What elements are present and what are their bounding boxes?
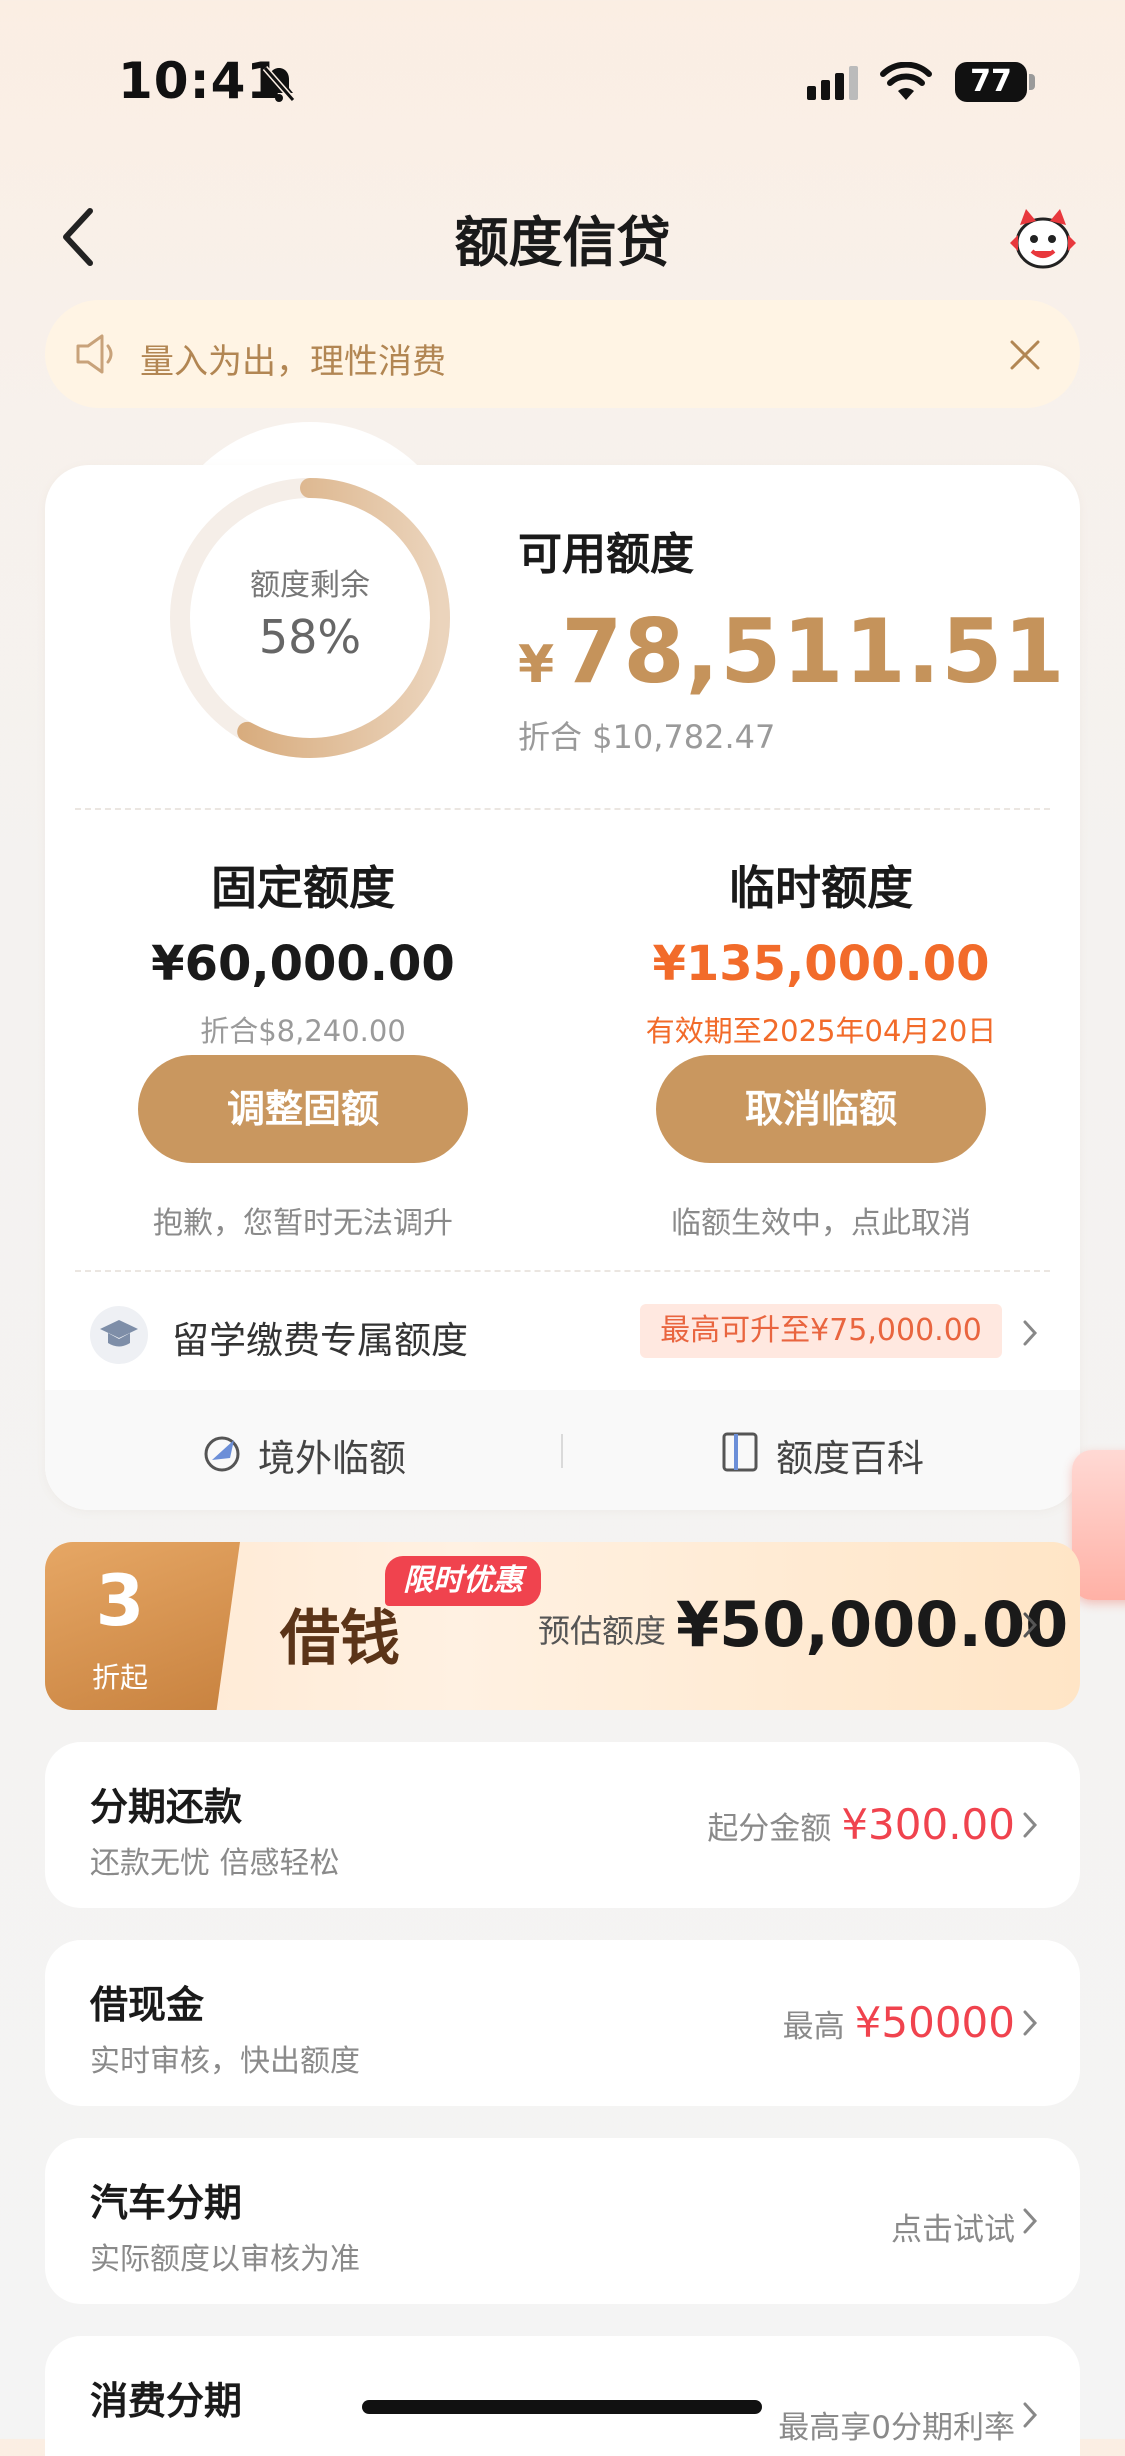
mascot-icon[interactable] xyxy=(1006,203,1080,273)
overseas-temp-link[interactable]: 境外临额 xyxy=(258,1428,406,1482)
fixed-title: 固定额度 xyxy=(211,861,395,915)
temporary-amount: ¥135,000.00 xyxy=(652,936,990,992)
chevron-right-icon xyxy=(1023,2402,1038,2428)
temporary-validity: 有效期至2025年04月20日 xyxy=(645,1014,997,1048)
list-item-right: 最高 ¥50000 xyxy=(783,1998,1015,2047)
divider xyxy=(75,1270,1050,1272)
credit-wiki-link[interactable]: 额度百科 xyxy=(776,1428,924,1482)
book-icon xyxy=(722,1432,758,1472)
link-divider xyxy=(561,1434,563,1468)
list-item-right: 最高享0分期利率 xyxy=(778,2402,1015,2447)
promo-estimate-label: 预估额度 xyxy=(538,1612,667,1650)
speaker-icon xyxy=(76,334,113,374)
chevron-right-icon xyxy=(1023,2010,1038,2036)
list-item-right-label: 最高 xyxy=(782,2009,845,2045)
ring-percent: 58% xyxy=(258,610,362,664)
battery-indicator: 77 xyxy=(955,62,1027,102)
list-item-right: 点击试试 xyxy=(891,2204,1015,2249)
fixed-note: 抱歉，您暂时无法调升 xyxy=(153,1206,453,1241)
available-label: 可用额度 xyxy=(518,529,694,580)
adjust-fixed-button[interactable]: 调整固额 xyxy=(138,1055,468,1163)
list-item-subtitle: 实时审核，快出额度 xyxy=(90,2044,360,2079)
list-item-right-label: 起分金额 xyxy=(707,1811,832,1847)
chevron-right-icon xyxy=(1023,1612,1038,1638)
wifi-icon xyxy=(880,62,932,100)
divider xyxy=(75,808,1050,810)
graduation-cap-icon xyxy=(100,1320,138,1347)
globe-plane-icon xyxy=(204,1436,240,1472)
temporary-note[interactable]: 临额生效中，点此取消 xyxy=(586,1198,1056,1242)
study-label: 留学缴费专属额度 xyxy=(172,1319,468,1362)
fixed-converted: 折合$8,240.00 xyxy=(200,1014,406,1048)
list-item-right-value: ¥300.00 xyxy=(841,1800,1015,1849)
list-item-subtitle: 实际额度以审核为准 xyxy=(90,2242,360,2277)
list-item-title: 消费分期 xyxy=(90,2379,243,2423)
list-item-right-label: 点击试试 xyxy=(891,2212,1015,2248)
signal-icon xyxy=(807,66,858,100)
list-item-right-label: 最高享0分期利率 xyxy=(778,2410,1015,2446)
chevron-right-icon xyxy=(1023,1812,1038,1838)
bell-muted-icon xyxy=(262,66,296,102)
list-item-title: 汽车分期 xyxy=(90,2181,243,2225)
list-item-right: 起分金额 ¥300.00 xyxy=(707,1800,1015,1849)
promo-discount-unit: 折起 xyxy=(91,1661,148,1694)
cancel-temporary-button[interactable]: 取消临额 xyxy=(656,1055,986,1163)
temporary-title: 临时额度 xyxy=(729,861,913,915)
promo-title: 借钱 xyxy=(280,1604,400,1674)
notice-text: 量入为出，理性消费 xyxy=(140,342,446,382)
home-indicator xyxy=(362,2400,762,2414)
chevron-right-icon xyxy=(1023,2208,1038,2234)
promo-discount-number: 3 xyxy=(95,1560,145,1642)
list-item-subtitle: 还款无忧 倍感轻松 xyxy=(90,1846,340,1881)
available-converted: 折合 $10,782.47 xyxy=(518,718,776,756)
ring-label: 额度剩余 xyxy=(250,568,370,603)
available-amount: ¥78,511.51 xyxy=(518,600,1066,703)
close-icon[interactable] xyxy=(1008,338,1042,372)
list-item-right-value: ¥50000 xyxy=(854,1998,1015,2047)
study-badge: 最高可升至¥75,000.00 xyxy=(640,1304,1002,1358)
promo-estimate-amount: ¥50,000.00 xyxy=(676,1588,1069,1661)
battery-tip xyxy=(1029,74,1035,90)
currency-symbol: ¥ xyxy=(518,635,556,695)
available-value: 78,511.51 xyxy=(561,600,1066,703)
fixed-amount: ¥60,000.00 xyxy=(151,936,455,992)
promo-tag: 限时优惠 xyxy=(385,1556,541,1606)
list-item-title: 借现金 xyxy=(90,1983,205,2027)
chevron-right-icon xyxy=(1023,1320,1038,1346)
status-time: 10:41 xyxy=(118,52,283,110)
list-item-title: 分期还款 xyxy=(90,1785,243,1829)
page-title: 额度信贷 xyxy=(454,211,671,274)
